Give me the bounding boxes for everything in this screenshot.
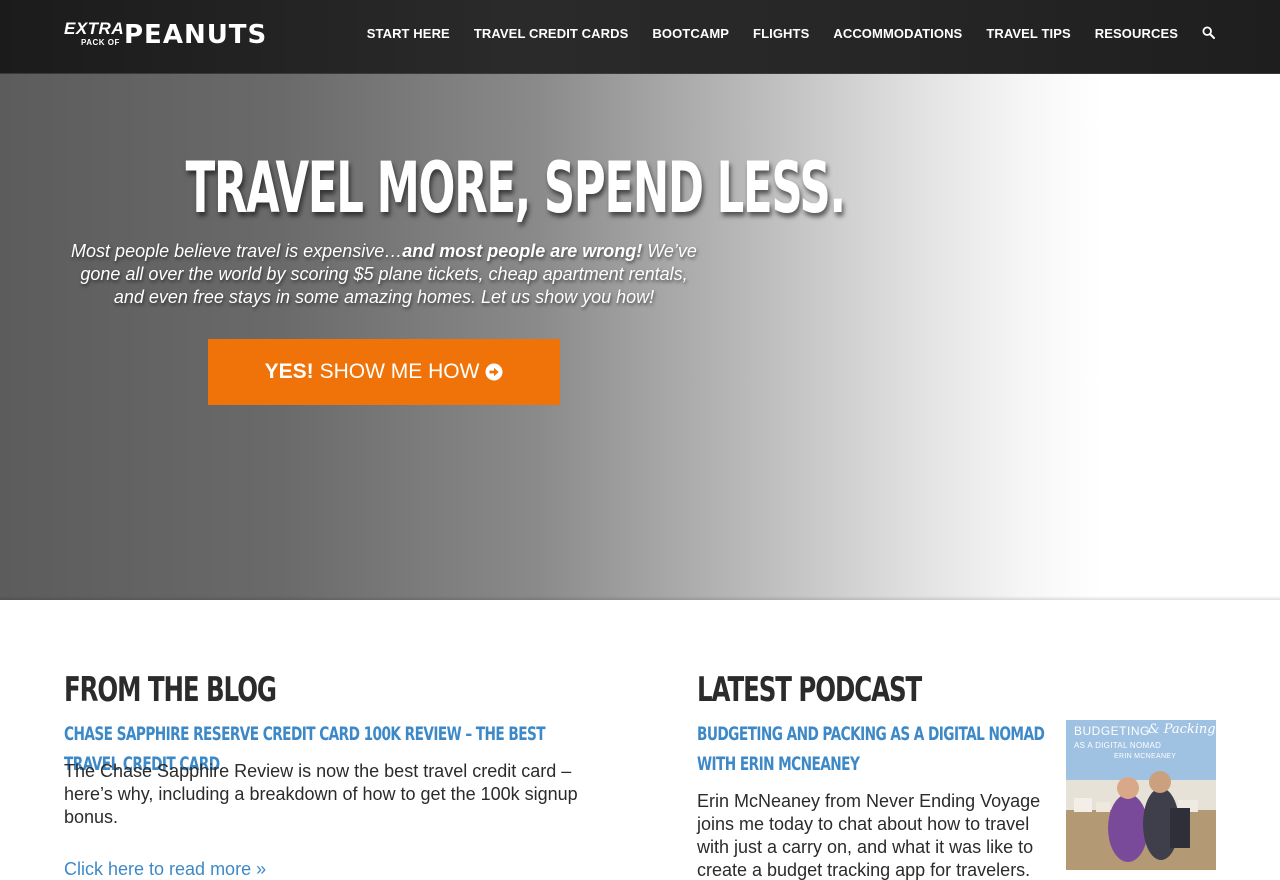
thumb-line3: AS A DIGITAL NOMAD — [1074, 741, 1162, 750]
podcast-episode-excerpt: Erin McNeaney from Never Ending Voyage j… — [697, 791, 1041, 880]
hero-banner: TRAVEL MORE, SPEND LESS. Most people bel… — [0, 74, 1280, 600]
show-me-how-button[interactable]: YES! SHOW ME HOW — [208, 339, 560, 405]
nav-item-resources[interactable]: RESOURCES — [1095, 26, 1178, 41]
site-logo[interactable]: EXTRA PACK OF PEANUTS — [64, 19, 268, 51]
hero-subtitle: Most people believe travel is expensive…… — [64, 240, 704, 309]
nav-item-bootcamp[interactable]: BOOTCAMP — [652, 26, 729, 41]
search-icon[interactable] — [1202, 26, 1216, 40]
nav-item-flights[interactable]: FLIGHTS — [753, 26, 809, 41]
logo-extra-text: EXTRA — [64, 19, 125, 38]
hero-subtitle-part1: Most people believe travel is expensive… — [71, 241, 403, 261]
blog-heading: FROM THE BLOG — [64, 670, 277, 710]
blog-post-excerpt: The Chase Sapphire Review is now the bes… — [64, 761, 578, 827]
hero-subtitle-bold: and most people are wrong! — [402, 241, 643, 261]
site-header: EXTRA PACK OF PEANUTS START HERE TRAVEL … — [0, 0, 1280, 74]
nav-item-start-here[interactable]: START HERE — [367, 26, 450, 41]
nav-item-travel-tips[interactable]: TRAVEL TIPS — [986, 26, 1070, 41]
nav-item-accommodations[interactable]: ACCOMMODATIONS — [833, 26, 962, 41]
thumb-line4: ERIN MCNEANEY — [1114, 753, 1177, 760]
thumb-line1: BUDGETING — [1074, 724, 1150, 738]
logo-packof-text: PACK OF — [81, 38, 120, 47]
nav-item-travel-credit-cards[interactable]: TRAVEL CREDIT CARDS — [474, 26, 629, 41]
arrow-circle-right-icon — [485, 363, 503, 381]
main-nav: START HERE TRAVEL CREDIT CARDS BOOTCAMP … — [343, 0, 1216, 66]
cta-text: SHOW ME HOW — [319, 360, 480, 383]
thumb-line2: & Packing — [1148, 722, 1216, 737]
logo-peanuts-text: PEANUTS — [124, 20, 268, 50]
podcast-heading: LATEST PODCAST — [697, 670, 922, 710]
podcast-thumbnail[interactable]: BUDGETING & Packing AS A DIGITAL NOMAD E… — [1066, 720, 1216, 870]
hero-title: TRAVEL MORE, SPEND LESS. — [185, 147, 846, 229]
podcast-episode-title-link[interactable]: BUDGETING AND PACKING AS A DIGITAL NOMAD… — [697, 719, 1057, 779]
cta-bold-text: YES! — [264, 360, 314, 383]
read-more-link[interactable]: Click here to read more » — [64, 858, 266, 880]
